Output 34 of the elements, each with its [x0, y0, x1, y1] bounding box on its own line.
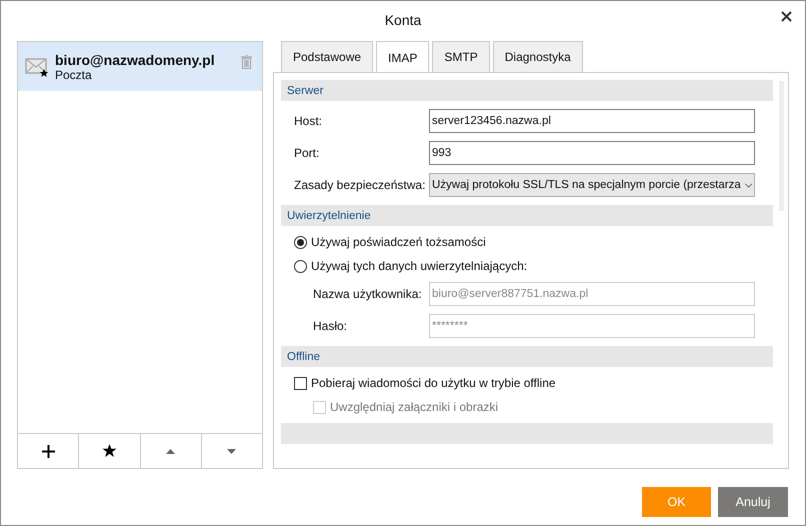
field-label: Nazwa użytkownika:: [313, 287, 423, 301]
account-type: Poczta: [55, 68, 92, 82]
plus-icon: [42, 444, 55, 458]
triangle-down-icon: [227, 448, 236, 454]
star-icon: [102, 444, 117, 458]
tab[interactable]: IMAP: [376, 41, 430, 73]
radio-label: Używaj poświadczeń tożsamości: [311, 235, 486, 249]
radio-label: Używaj tych danych uwierzytelniających:: [311, 259, 528, 273]
dropdown[interactable]: Używaj protokołu SSL/TLS na specjalnym porcie (przestarza: [429, 173, 755, 197]
tab[interactable]: Podstawowe: [281, 41, 374, 72]
mail-icon: [25, 56, 49, 78]
field-label: Hasło:: [313, 319, 348, 333]
section-title: Serwer: [287, 84, 324, 96]
section-title: Uwierzytelnienie: [287, 210, 371, 222]
radio-button[interactable]: [294, 236, 307, 248]
section-title: Offline: [287, 350, 320, 362]
tab[interactable]: Diagnostyka: [492, 41, 583, 72]
input-field[interactable]: 993: [429, 141, 755, 165]
input-field[interactable]: server123456.nazwa.pl: [429, 109, 755, 133]
radio-button[interactable]: [294, 260, 307, 272]
checkbox-label: Pobieraj wiadomości do użytku w trybie offline: [311, 376, 556, 390]
window-title: Konta: [384, 12, 422, 28]
chevron-down-icon: [744, 182, 752, 188]
account-item[interactable]: biuro@nazwadomeny.pl Poczta: [18, 42, 262, 91]
close-icon[interactable]: [781, 11, 792, 22]
tab[interactable]: SMTP: [432, 41, 490, 72]
field-label: Zasady bezpieczeństwa:: [294, 178, 426, 192]
account-email: biuro@nazwadomeny.pl: [55, 52, 216, 68]
triangle-up-icon: [166, 448, 176, 454]
field-label: Host:: [294, 114, 324, 128]
cancel-button[interactable]: Anuluj: [718, 487, 788, 517]
checkbox[interactable]: [294, 376, 307, 390]
field-label: Port:: [294, 146, 320, 160]
checkbox-label: Uwzględniaj załączniki i obrazki: [330, 400, 498, 414]
